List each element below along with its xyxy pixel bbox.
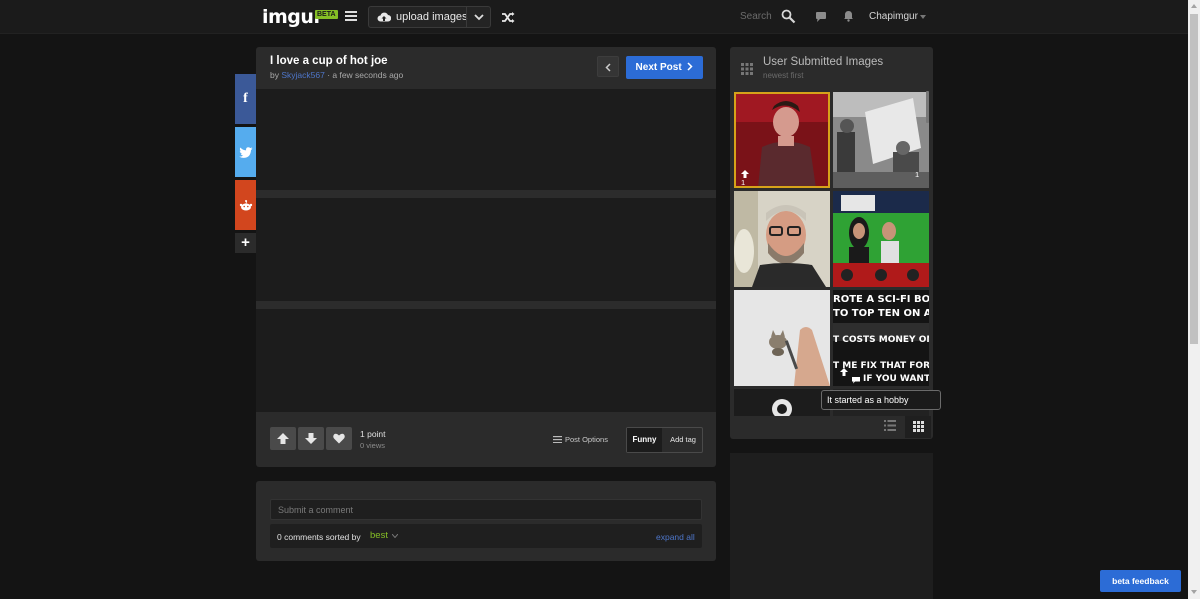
- chevron-left-icon: [605, 63, 611, 72]
- thumb-stats: 0: [840, 368, 860, 386]
- heart-icon: [333, 433, 345, 444]
- user-submitted-panel: User Submitted Images newest first 1 0: [730, 47, 933, 439]
- gallery-thumbnail[interactable]: ROTE A SCI-FI BOO TO TOP TEN ON AMA T CO…: [833, 290, 929, 386]
- add-tag-button[interactable]: Add tag: [663, 428, 703, 452]
- post-author-link[interactable]: Skyjack567: [281, 70, 324, 80]
- chevron-down-icon[interactable]: [920, 15, 926, 19]
- comment-sort-bar: 0 comments sorted by best expand all: [270, 524, 702, 548]
- upload-images-label: upload images: [396, 11, 468, 23]
- gallery-thumbnail[interactable]: [734, 191, 830, 287]
- chevron-down-icon[interactable]: [473, 11, 485, 23]
- top-navigation-bar: imgur BETA upload images Search Chapimgu…: [0, 0, 1188, 34]
- tag-box: Funny Add tag: [626, 427, 703, 453]
- hamburger-menu-icon[interactable]: [345, 11, 357, 21]
- gallery-thumbnail[interactable]: [833, 191, 929, 287]
- chevron-right-icon: [687, 62, 694, 71]
- upvote-button[interactable]: [270, 427, 296, 450]
- grid-view-button[interactable]: [905, 416, 931, 438]
- thumb-upvotes: 1: [915, 170, 920, 179]
- post-options-label: Post Options: [565, 435, 608, 444]
- reddit-icon: [239, 200, 253, 211]
- post-image[interactable]: [256, 89, 716, 412]
- plus-icon: +: [241, 234, 250, 251]
- arrow-up-icon: [741, 170, 749, 178]
- page-scrollbar[interactable]: [1188, 0, 1200, 599]
- arrow-down-icon: [305, 433, 317, 444]
- meme-text: IF YOU WANT.: [863, 374, 929, 384]
- comment-sort-select[interactable]: best: [370, 530, 388, 541]
- post-views: 0 views: [360, 441, 386, 450]
- scroll-up-arrow[interactable]: [1191, 4, 1197, 8]
- panel-sort-label[interactable]: newest first: [763, 71, 803, 80]
- scrollbar-thumb[interactable]: [1190, 14, 1198, 344]
- post-meta: by Skyjack567 · a few seconds ago: [270, 70, 403, 80]
- facebook-icon: f: [243, 91, 248, 106]
- shuffle-icon[interactable]: [501, 11, 515, 24]
- arrow-up-icon: [840, 368, 848, 376]
- next-post-label: Next Post: [635, 62, 682, 73]
- tag-funny[interactable]: Funny: [627, 428, 662, 452]
- thumb-upvotes: 1: [741, 178, 746, 187]
- next-post-button[interactable]: Next Post: [626, 56, 703, 79]
- thumbnail-grid: 1 0 1: [734, 92, 930, 416]
- search-input[interactable]: Search: [740, 11, 772, 22]
- share-twitter-button[interactable]: [235, 127, 256, 177]
- post-options-button[interactable]: Post Options: [553, 435, 608, 444]
- list-icon: [553, 436, 562, 443]
- cloud-upload-icon: [377, 12, 391, 22]
- comment-count: 0 comments sorted by: [277, 532, 361, 542]
- thumbnail-tooltip: It started as a hobby: [821, 390, 941, 410]
- thumb-stats: 1 0: [741, 170, 757, 188]
- previous-post-button[interactable]: [597, 56, 619, 77]
- gallery-thumbnail[interactable]: 1 0: [734, 92, 830, 188]
- share-more-button[interactable]: +: [235, 233, 256, 253]
- beta-badge: BETA: [315, 10, 338, 19]
- comments-panel: Submit a comment 0 comments sorted by be…: [256, 481, 716, 561]
- list-view-icon[interactable]: [884, 420, 896, 431]
- gallery-thumbnail[interactable]: [734, 389, 830, 416]
- post-time: · a few seconds ago: [324, 70, 404, 80]
- post-by-label: by: [270, 70, 279, 80]
- meme-text: TO TOP TEN ON AMA: [833, 308, 929, 319]
- username-menu[interactable]: Chapimgur: [869, 11, 918, 22]
- upload-images-button[interactable]: upload images: [368, 6, 491, 28]
- chat-bubble-icon: [749, 187, 757, 188]
- twitter-icon: [239, 147, 253, 158]
- image-divider: [256, 301, 716, 309]
- comment-input[interactable]: Submit a comment: [270, 499, 702, 520]
- expand-all-link[interactable]: expand all: [656, 532, 695, 542]
- imgur-logo[interactable]: imgur: [262, 6, 323, 28]
- meme-text: ROTE A SCI-FI BOO: [833, 294, 929, 305]
- panel-scrollbar-thumb[interactable]: [926, 91, 929, 123]
- divider: [466, 7, 467, 27]
- meme-text: T COSTS MONEY ON AM: [833, 335, 929, 345]
- chevron-down-icon[interactable]: [392, 534, 398, 538]
- arrow-up-icon: [277, 433, 289, 444]
- sidebar-empty-panel: [730, 453, 933, 599]
- beta-feedback-button[interactable]: beta feedback: [1100, 570, 1181, 592]
- thumb-stats: 1: [915, 170, 919, 179]
- share-reddit-button[interactable]: [235, 180, 256, 230]
- grid-icon: [741, 63, 753, 75]
- share-facebook-button[interactable]: f: [235, 74, 256, 124]
- favorite-button[interactable]: [326, 427, 352, 450]
- downvote-button[interactable]: [298, 427, 324, 450]
- gallery-thumbnail[interactable]: [734, 290, 830, 386]
- gallery-thumbnail[interactable]: 1: [833, 92, 929, 188]
- post-title: I love a cup of hot joe: [270, 55, 388, 67]
- image-divider: [256, 190, 716, 198]
- grid-icon: [913, 421, 924, 432]
- panel-title: User Submitted Images: [763, 56, 884, 68]
- chat-bubble-icon: [852, 377, 860, 384]
- bell-icon[interactable]: [843, 10, 854, 22]
- post-points: 1 point: [360, 429, 386, 439]
- post-card: I love a cup of hot joe by Skyjack567 · …: [256, 47, 716, 467]
- thumb-comments: 0: [840, 384, 844, 386]
- chat-bubble-icon[interactable]: [815, 11, 827, 23]
- scroll-down-arrow[interactable]: [1191, 590, 1197, 594]
- search-icon[interactable]: [781, 9, 796, 24]
